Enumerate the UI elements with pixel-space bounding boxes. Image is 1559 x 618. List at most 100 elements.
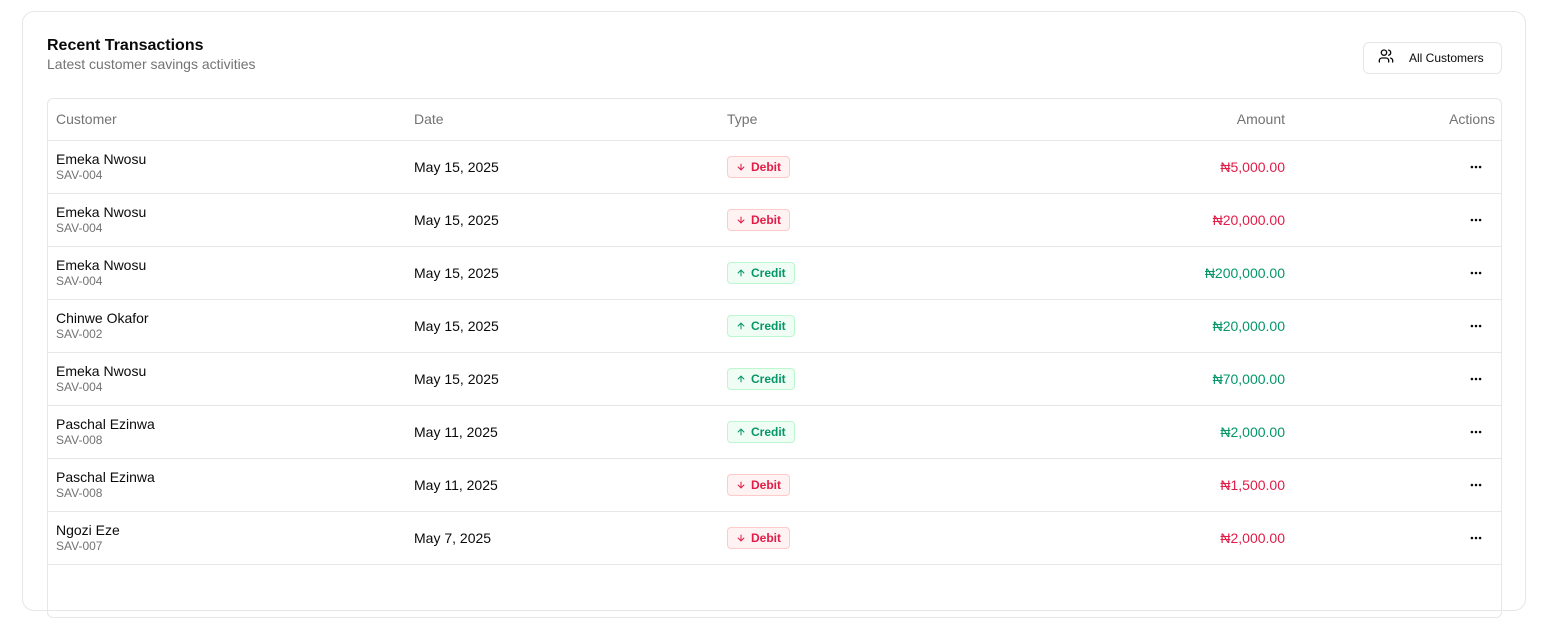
customer-id: SAV-004	[56, 379, 103, 394]
date-cell: May 11, 2025	[406, 405, 719, 458]
transaction-amount: ₦2,000.00	[1220, 423, 1285, 440]
type-label: Credit	[751, 424, 786, 439]
arrow-up-icon	[736, 268, 746, 278]
transaction-amount: ₦70,000.00	[1212, 370, 1285, 387]
customer-id: SAV-007	[56, 538, 103, 553]
type-badge: Debit	[727, 473, 790, 496]
date-cell: May 11, 2025	[406, 458, 719, 511]
more-horizontal-icon[interactable]	[1466, 316, 1486, 336]
type-cell: Credit	[719, 299, 1019, 352]
amount-cell: ₦20,000.00	[1019, 299, 1293, 352]
header-type: Type	[719, 99, 1019, 141]
amount-cell: ₦20,000.00	[1019, 193, 1293, 246]
more-horizontal-icon[interactable]	[1466, 528, 1486, 548]
filter-label: All Customers	[1409, 51, 1484, 65]
date-cell: May 15, 2025	[406, 140, 719, 193]
header-actions: Actions	[1293, 99, 1501, 141]
type-label: Credit	[751, 371, 786, 386]
type-cell: Debit	[719, 140, 1019, 193]
type-cell: Debit	[719, 511, 1019, 564]
table-row[interactable]: Emeka Nwosu SAV-004 May 15, 2025 Debit ₦…	[48, 193, 1501, 246]
more-horizontal-icon[interactable]	[1466, 475, 1486, 495]
type-label: Debit	[751, 530, 781, 545]
customer-cell: Paschal Ezinwa SAV-008	[48, 405, 406, 458]
customer-cell: Chinwe Okafor SAV-002	[48, 299, 406, 352]
customer-id: SAV-002	[56, 326, 103, 341]
more-horizontal-icon[interactable]	[1466, 157, 1486, 177]
transaction-date: May 15, 2025	[414, 211, 499, 228]
arrow-down-icon	[736, 162, 746, 172]
header-date: Date	[406, 99, 719, 141]
arrow-up-icon	[736, 427, 746, 437]
users-icon	[1378, 48, 1394, 69]
transaction-date: May 11, 2025	[414, 423, 498, 440]
customer-name: Ngozi Eze	[56, 521, 120, 538]
arrow-down-icon	[736, 533, 746, 543]
customer-cell: Emeka Nwosu SAV-004	[48, 352, 406, 405]
type-label: Credit	[751, 265, 786, 280]
transaction-amount: ₦2,000.00	[1220, 529, 1285, 546]
header-customer: Customer	[48, 99, 406, 141]
actions-cell	[1293, 299, 1501, 352]
customer-cell: Paschal Ezinwa SAV-008	[48, 458, 406, 511]
customer-name: Emeka Nwosu	[56, 362, 147, 379]
type-label: Credit	[751, 318, 786, 333]
actions-cell	[1293, 140, 1501, 193]
table-row[interactable]: Emeka Nwosu SAV-004 May 15, 2025 Credit …	[48, 246, 1501, 299]
table-header-row: Customer Date Type Amount Actions	[48, 99, 1501, 141]
card-title: Recent Transactions	[47, 37, 204, 54]
amount-cell: ₦1,500.00	[1019, 458, 1293, 511]
type-badge: Credit	[727, 261, 795, 284]
customer-id: SAV-008	[56, 432, 103, 447]
more-horizontal-icon[interactable]	[1466, 263, 1486, 283]
table-row[interactable]: Ngozi Eze SAV-007 May 7, 2025 Debit ₦2,0…	[48, 511, 1501, 564]
actions-cell	[1293, 458, 1501, 511]
customer-cell: Emeka Nwosu SAV-004	[48, 193, 406, 246]
amount-cell: ₦5,000.00	[1019, 140, 1293, 193]
date-cell: May 15, 2025	[406, 193, 719, 246]
table-row[interactable]: Emeka Nwosu SAV-004 May 15, 2025 Debit ₦…	[48, 140, 1501, 193]
customer-id: SAV-004	[56, 167, 103, 182]
actions-cell	[1293, 352, 1501, 405]
transaction-date: May 15, 2025	[414, 317, 499, 334]
customer-name: Emeka Nwosu	[56, 203, 147, 220]
transaction-amount: ₦200,000.00	[1204, 264, 1285, 281]
type-label: Debit	[751, 159, 781, 174]
table-row[interactable]: Paschal Ezinwa SAV-008 May 11, 2025 Debi…	[48, 458, 1501, 511]
customer-cell: Emeka Nwosu SAV-004	[48, 246, 406, 299]
amount-cell: ₦2,000.00	[1019, 405, 1293, 458]
amount-cell: ₦70,000.00	[1019, 352, 1293, 405]
actions-cell	[1293, 405, 1501, 458]
transaction-date: May 15, 2025	[414, 370, 499, 387]
transaction-amount: ₦20,000.00	[1212, 317, 1285, 334]
header-amount: Amount	[1019, 99, 1293, 141]
customer-name: Chinwe Okafor	[56, 309, 149, 326]
table-row[interactable]: Chinwe Okafor SAV-002 May 15, 2025 Credi…	[48, 299, 1501, 352]
type-badge: Credit	[727, 367, 795, 390]
type-cell: Credit	[719, 352, 1019, 405]
arrow-down-icon	[736, 480, 746, 490]
date-cell: May 15, 2025	[406, 352, 719, 405]
customer-id: SAV-004	[56, 220, 103, 235]
type-label: Debit	[751, 212, 781, 227]
transaction-date: May 15, 2025	[414, 264, 499, 281]
type-label: Debit	[751, 477, 781, 492]
more-horizontal-icon[interactable]	[1466, 369, 1486, 389]
arrow-up-icon	[736, 321, 746, 331]
type-cell: Credit	[719, 405, 1019, 458]
customer-name: Emeka Nwosu	[56, 256, 147, 273]
more-horizontal-icon[interactable]	[1466, 210, 1486, 230]
transactions-table: Customer Date Type Amount Actions Emeka …	[47, 98, 1502, 618]
amount-cell: ₦200,000.00	[1019, 246, 1293, 299]
customer-id: SAV-004	[56, 273, 103, 288]
all-customers-filter-button[interactable]: All Customers	[1363, 42, 1502, 74]
transaction-date: May 11, 2025	[414, 476, 498, 493]
arrow-up-icon	[736, 374, 746, 384]
table-row[interactable]: Emeka Nwosu SAV-004 May 15, 2025 Credit …	[48, 352, 1501, 405]
transaction-amount: ₦20,000.00	[1212, 211, 1285, 228]
customer-name: Paschal Ezinwa	[56, 468, 155, 485]
more-horizontal-icon[interactable]	[1466, 422, 1486, 442]
table-row[interactable]: Paschal Ezinwa SAV-008 May 11, 2025 Cred…	[48, 405, 1501, 458]
date-cell: May 7, 2025	[406, 511, 719, 564]
type-badge: Debit	[727, 208, 790, 231]
